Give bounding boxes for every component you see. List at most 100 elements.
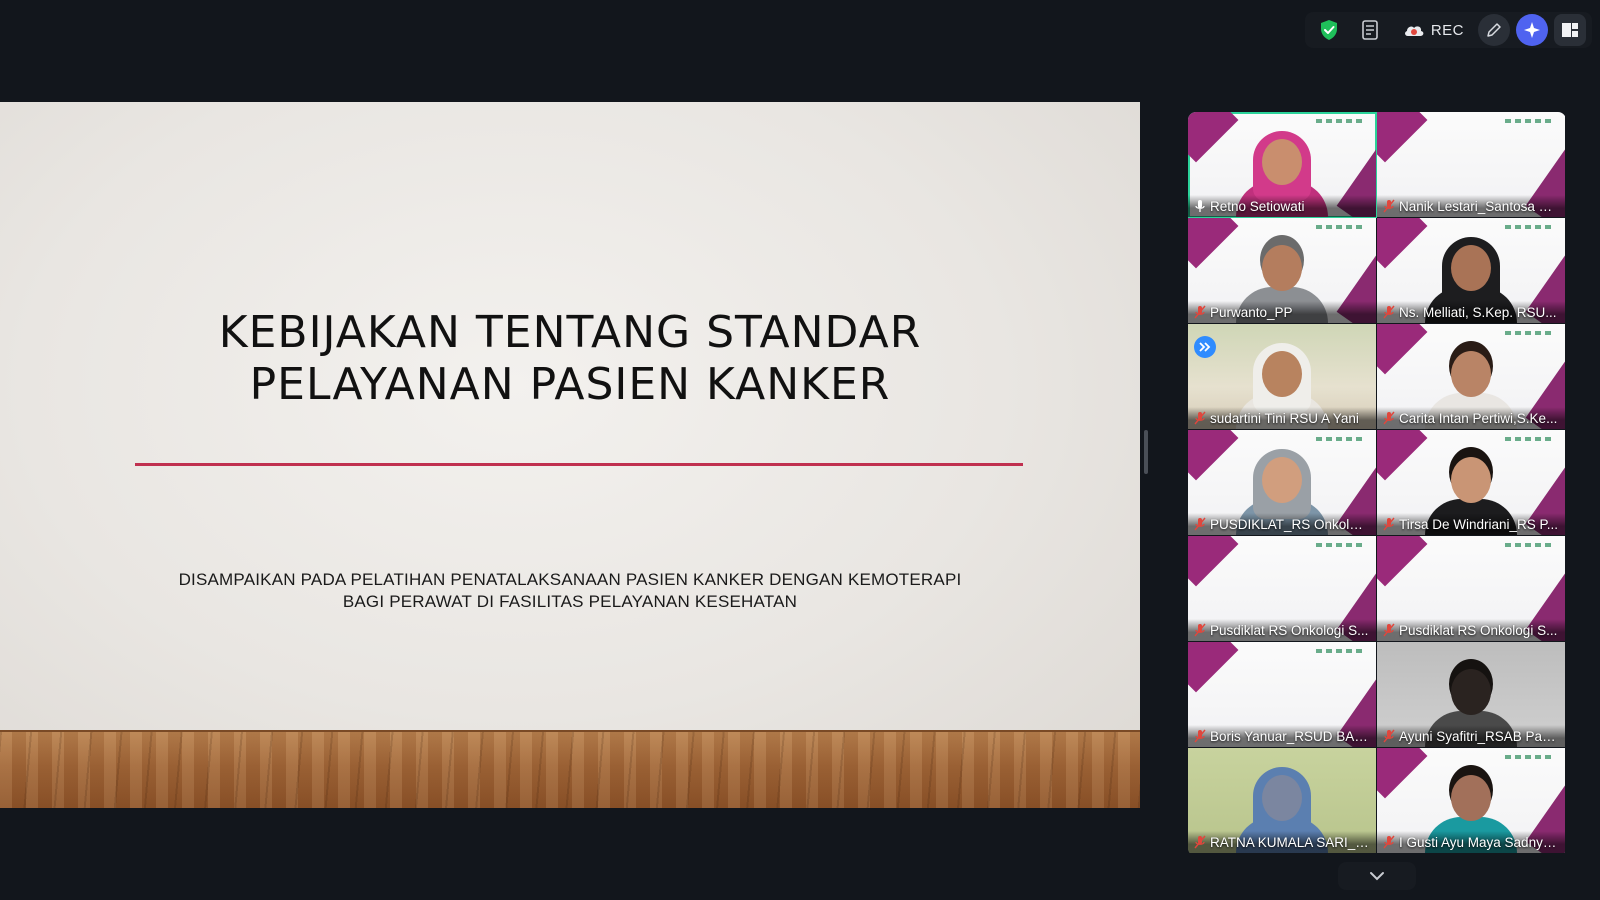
background-logos <box>1505 225 1551 229</box>
mic-muted-icon <box>1194 835 1206 849</box>
participant-name: PUSDIKLAT_RS Onkologi... <box>1210 516 1370 532</box>
participant-tile[interactable]: Ayuni Syafitri_RSAB Pana... <box>1377 642 1566 748</box>
participant-name-bar: Pusdiklat RS Onkologi S... <box>1188 619 1376 641</box>
security-shield-icon[interactable] <box>1311 14 1347 46</box>
fast-forward-icon[interactable] <box>1194 336 1216 358</box>
participant-name: Carita Intan Pertiwi,S.Ke... <box>1399 410 1558 426</box>
slide-subtitle-line-2: BAGI PERAWAT DI FASILITAS PELAYANAN KESE… <box>342 592 798 611</box>
meeting-toolbar: REC <box>1304 12 1592 48</box>
participant-tile[interactable]: Pusdiklat RS Onkologi S... <box>1188 536 1377 642</box>
background-decoration <box>1377 218 1428 269</box>
background-logos <box>1316 543 1362 547</box>
participant-name-bar: I Gusti Ayu Maya Sadnyawa... <box>1377 831 1565 853</box>
participant-tile[interactable]: sudartini Tini RSU A Yani <box>1188 324 1377 430</box>
background-decoration <box>1377 430 1428 481</box>
participant-name: Boris Yanuar_RSUD BAK... <box>1210 728 1370 744</box>
gallery-scroll-down-button[interactable] <box>1338 862 1416 890</box>
participant-name-bar: PUSDIKLAT_RS Onkologi... <box>1188 513 1376 535</box>
background-logos <box>1316 119 1362 123</box>
cloud-record-icon <box>1404 26 1424 36</box>
background-logos <box>1316 437 1362 441</box>
mic-muted-icon <box>1194 623 1206 637</box>
slide-subtitle-line-1: DISAMPAIKAN PADA PELATIHAN PENATALAKSANA… <box>178 570 962 589</box>
participant-tile[interactable]: Boris Yanuar_RSUD BAK... <box>1188 642 1377 748</box>
participant-name: RATNA KUMALA SARI_U... <box>1210 834 1370 850</box>
mic-muted-icon <box>1194 729 1206 743</box>
participant-name: I Gusti Ayu Maya Sadnyawa... <box>1399 834 1559 850</box>
participant-name: Ayuni Syafitri_RSAB Pana... <box>1399 728 1559 744</box>
mic-muted-icon <box>1383 729 1395 743</box>
participant-tile[interactable]: Pusdiklat RS Onkologi S... <box>1377 536 1566 642</box>
background-decoration <box>1377 748 1428 799</box>
background-logos <box>1505 543 1551 547</box>
participant-name: Ns. Melliati, S.Kep. RSU... <box>1399 304 1557 320</box>
mic-muted-icon <box>1194 517 1206 531</box>
chevron-down-icon <box>1370 872 1384 881</box>
participant-tile[interactable]: Tirsa De Windriani_RS P... <box>1377 430 1566 536</box>
mic-on-icon <box>1194 199 1206 213</box>
participant-name: Pusdiklat RS Onkologi S... <box>1399 622 1558 638</box>
participant-name: Nanik Lestari_Santosa H... <box>1399 198 1559 214</box>
background-decoration <box>1377 324 1428 375</box>
background-decoration <box>1377 536 1428 587</box>
participant-name-bar: Ayuni Syafitri_RSAB Pana... <box>1377 725 1565 747</box>
mic-muted-icon <box>1383 623 1395 637</box>
mic-muted-icon <box>1383 199 1395 213</box>
participant-tile[interactable]: PUSDIKLAT_RS Onkologi... <box>1188 430 1377 536</box>
participant-tile[interactable]: Retno Setiowati <box>1188 112 1377 218</box>
participant-name: Tirsa De Windriani_RS P... <box>1399 516 1559 532</box>
participant-name: sudartini Tini RSU A Yani <box>1210 410 1359 426</box>
background-decoration <box>1188 112 1239 163</box>
background-logos <box>1505 119 1551 123</box>
mic-muted-icon <box>1194 411 1206 425</box>
mic-muted-icon <box>1383 835 1395 849</box>
participant-name-bar: Purwanto_PP <box>1188 301 1376 323</box>
background-logos <box>1316 649 1362 653</box>
cloud-record-button[interactable]: REC <box>1395 14 1472 46</box>
annotate-pencil-icon[interactable] <box>1478 14 1510 46</box>
background-logos <box>1316 225 1362 229</box>
background-logos <box>1505 437 1551 441</box>
participant-name-bar: Boris Yanuar_RSUD BAK... <box>1188 725 1376 747</box>
background-logos <box>1505 755 1551 759</box>
slide-title-line-2: PELAYANAN PASIEN KANKER <box>249 359 891 410</box>
participant-name: Purwanto_PP <box>1210 304 1293 320</box>
participant-name-bar: Ns. Melliati, S.Kep. RSU... <box>1377 301 1565 323</box>
slide-wood-floor <box>0 730 1140 808</box>
shared-screen-slide: KEBIJAKAN TENTANG STANDAR PELAYANAN PASI… <box>0 102 1140 808</box>
participant-name-bar: sudartini Tini RSU A Yani <box>1188 407 1376 429</box>
view-layout-icon[interactable] <box>1554 14 1586 46</box>
participant-tile[interactable]: RATNA KUMALA SARI_U... <box>1188 748 1377 854</box>
participant-gallery: Retno Setiowati Nanik Lestari_Santosa H..… <box>1188 112 1566 856</box>
background-decoration <box>1188 642 1239 693</box>
participant-name-bar: RATNA KUMALA SARI_U... <box>1188 831 1376 853</box>
participant-tile[interactable]: Ns. Melliati, S.Kep. RSU... <box>1377 218 1566 324</box>
participant-tile[interactable]: Carita Intan Pertiwi,S.Ke... <box>1377 324 1566 430</box>
slide-divider-rule <box>135 463 1023 466</box>
participant-name: Pusdiklat RS Onkologi S... <box>1210 622 1369 638</box>
participant-name-bar: Retno Setiowati <box>1188 195 1376 217</box>
mic-muted-icon <box>1383 517 1395 531</box>
participant-tile[interactable]: Nanik Lestari_Santosa H... <box>1377 112 1566 218</box>
slide-title: KEBIJAKAN TENTANG STANDAR PELAYANAN PASI… <box>0 307 1140 411</box>
background-decoration <box>1377 112 1428 163</box>
participant-tile[interactable]: Purwanto_PP <box>1188 218 1377 324</box>
background-decoration <box>1188 430 1239 481</box>
background-decoration <box>1188 218 1239 269</box>
transcript-icon[interactable] <box>1353 14 1389 46</box>
background-logos <box>1505 331 1551 335</box>
panel-resize-handle[interactable] <box>1144 430 1148 474</box>
participant-name-bar: Nanik Lestari_Santosa H... <box>1377 195 1565 217</box>
slide-subtitle: DISAMPAIKAN PADA PELATIHAN PENATALAKSANA… <box>0 569 1140 613</box>
rec-label: REC <box>1430 21 1464 39</box>
background-decoration <box>1188 536 1239 587</box>
participant-name-bar: Tirsa De Windriani_RS P... <box>1377 513 1565 535</box>
participant-name-bar: Pusdiklat RS Onkologi S... <box>1377 619 1565 641</box>
participant-name-bar: Carita Intan Pertiwi,S.Ke... <box>1377 407 1565 429</box>
participant-name: Retno Setiowati <box>1210 198 1305 214</box>
participant-tile[interactable]: I Gusti Ayu Maya Sadnyawa... <box>1377 748 1566 854</box>
ai-companion-sparkle-icon[interactable] <box>1516 14 1548 46</box>
mic-muted-icon <box>1194 305 1206 319</box>
slide-title-line-1: KEBIJAKAN TENTANG STANDAR <box>218 307 922 358</box>
mic-muted-icon <box>1383 305 1395 319</box>
